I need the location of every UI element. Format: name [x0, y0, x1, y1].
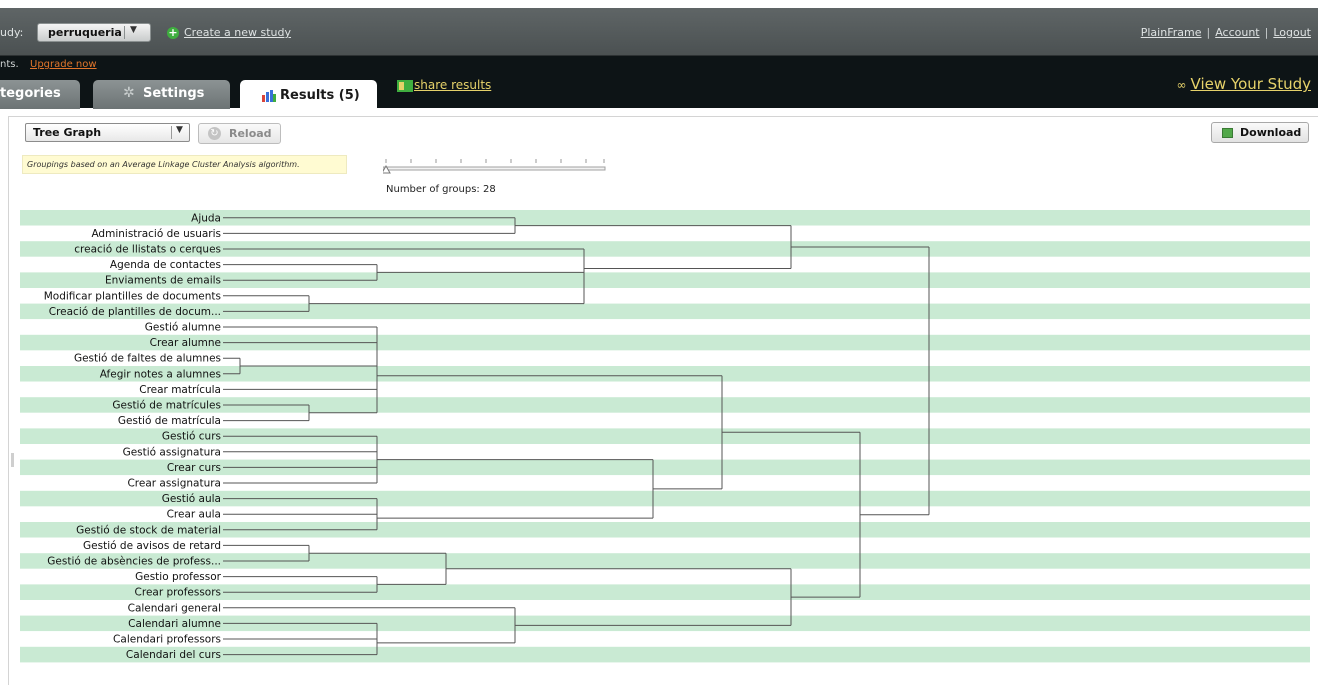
tree-leaf-label: Calendari professors: [113, 634, 221, 646]
tree-leaf-label: Gestió de faltes de alumnes: [74, 353, 221, 365]
tree-leaf-label: Calendari general: [128, 602, 221, 614]
tree-leaf-label: Crear assignatura: [127, 478, 221, 490]
tree-leaf-label: Creació de plantilles de docum...: [49, 306, 221, 318]
tree-leaf-label: Afegir notes a alumnes: [100, 368, 221, 380]
tree-leaf-label: Calendari del curs: [126, 649, 221, 661]
tree-leaf-label: Gestió de matrícula: [118, 415, 221, 427]
tree-leaf-label: Ajuda: [191, 212, 221, 224]
tree-leaf-label: Gestió aula: [162, 493, 221, 505]
tree-leaf-label: Gestió alumne: [145, 322, 221, 334]
tree-leaf-label: Gestió de absències de profess...: [47, 556, 221, 568]
tree-leaf-label: Crear aula: [167, 509, 221, 521]
tree-leaf-label: Gestió de stock de material: [76, 524, 221, 536]
tree-leaf-label: Administració de usuaris: [91, 228, 221, 240]
tree-leaf-label: Gestió de avisos de retard: [83, 540, 221, 552]
tree-leaf-label: Gestió curs: [162, 431, 221, 443]
tree-leaf-label: Gestió de matrícules: [112, 400, 221, 412]
tree-leaf-label: Gestio professor: [135, 571, 222, 583]
tree-leaf-label: Agenda de contactes: [110, 259, 221, 271]
tree-leaf-label: creació de llistats o cerques: [74, 244, 221, 256]
tree-leaf-label: Crear matrícula: [139, 384, 221, 396]
tree-leaf-label: Modificar plantilles de documents: [44, 290, 221, 302]
tree-leaf-label: Crear alumne: [150, 337, 221, 349]
tree-leaf-label: Crear professors: [135, 587, 221, 599]
tree-leaf-label: Crear curs: [167, 462, 221, 474]
tree-leaf-label: Calendari alumne: [128, 618, 221, 630]
cluster-tree-graph: Ajuda Administració de usuaris creació de …: [20, 210, 1310, 663]
tree-leaf-label: Enviaments de emails: [105, 275, 221, 287]
tree-leaf-label: Gestió assignatura: [123, 446, 221, 458]
